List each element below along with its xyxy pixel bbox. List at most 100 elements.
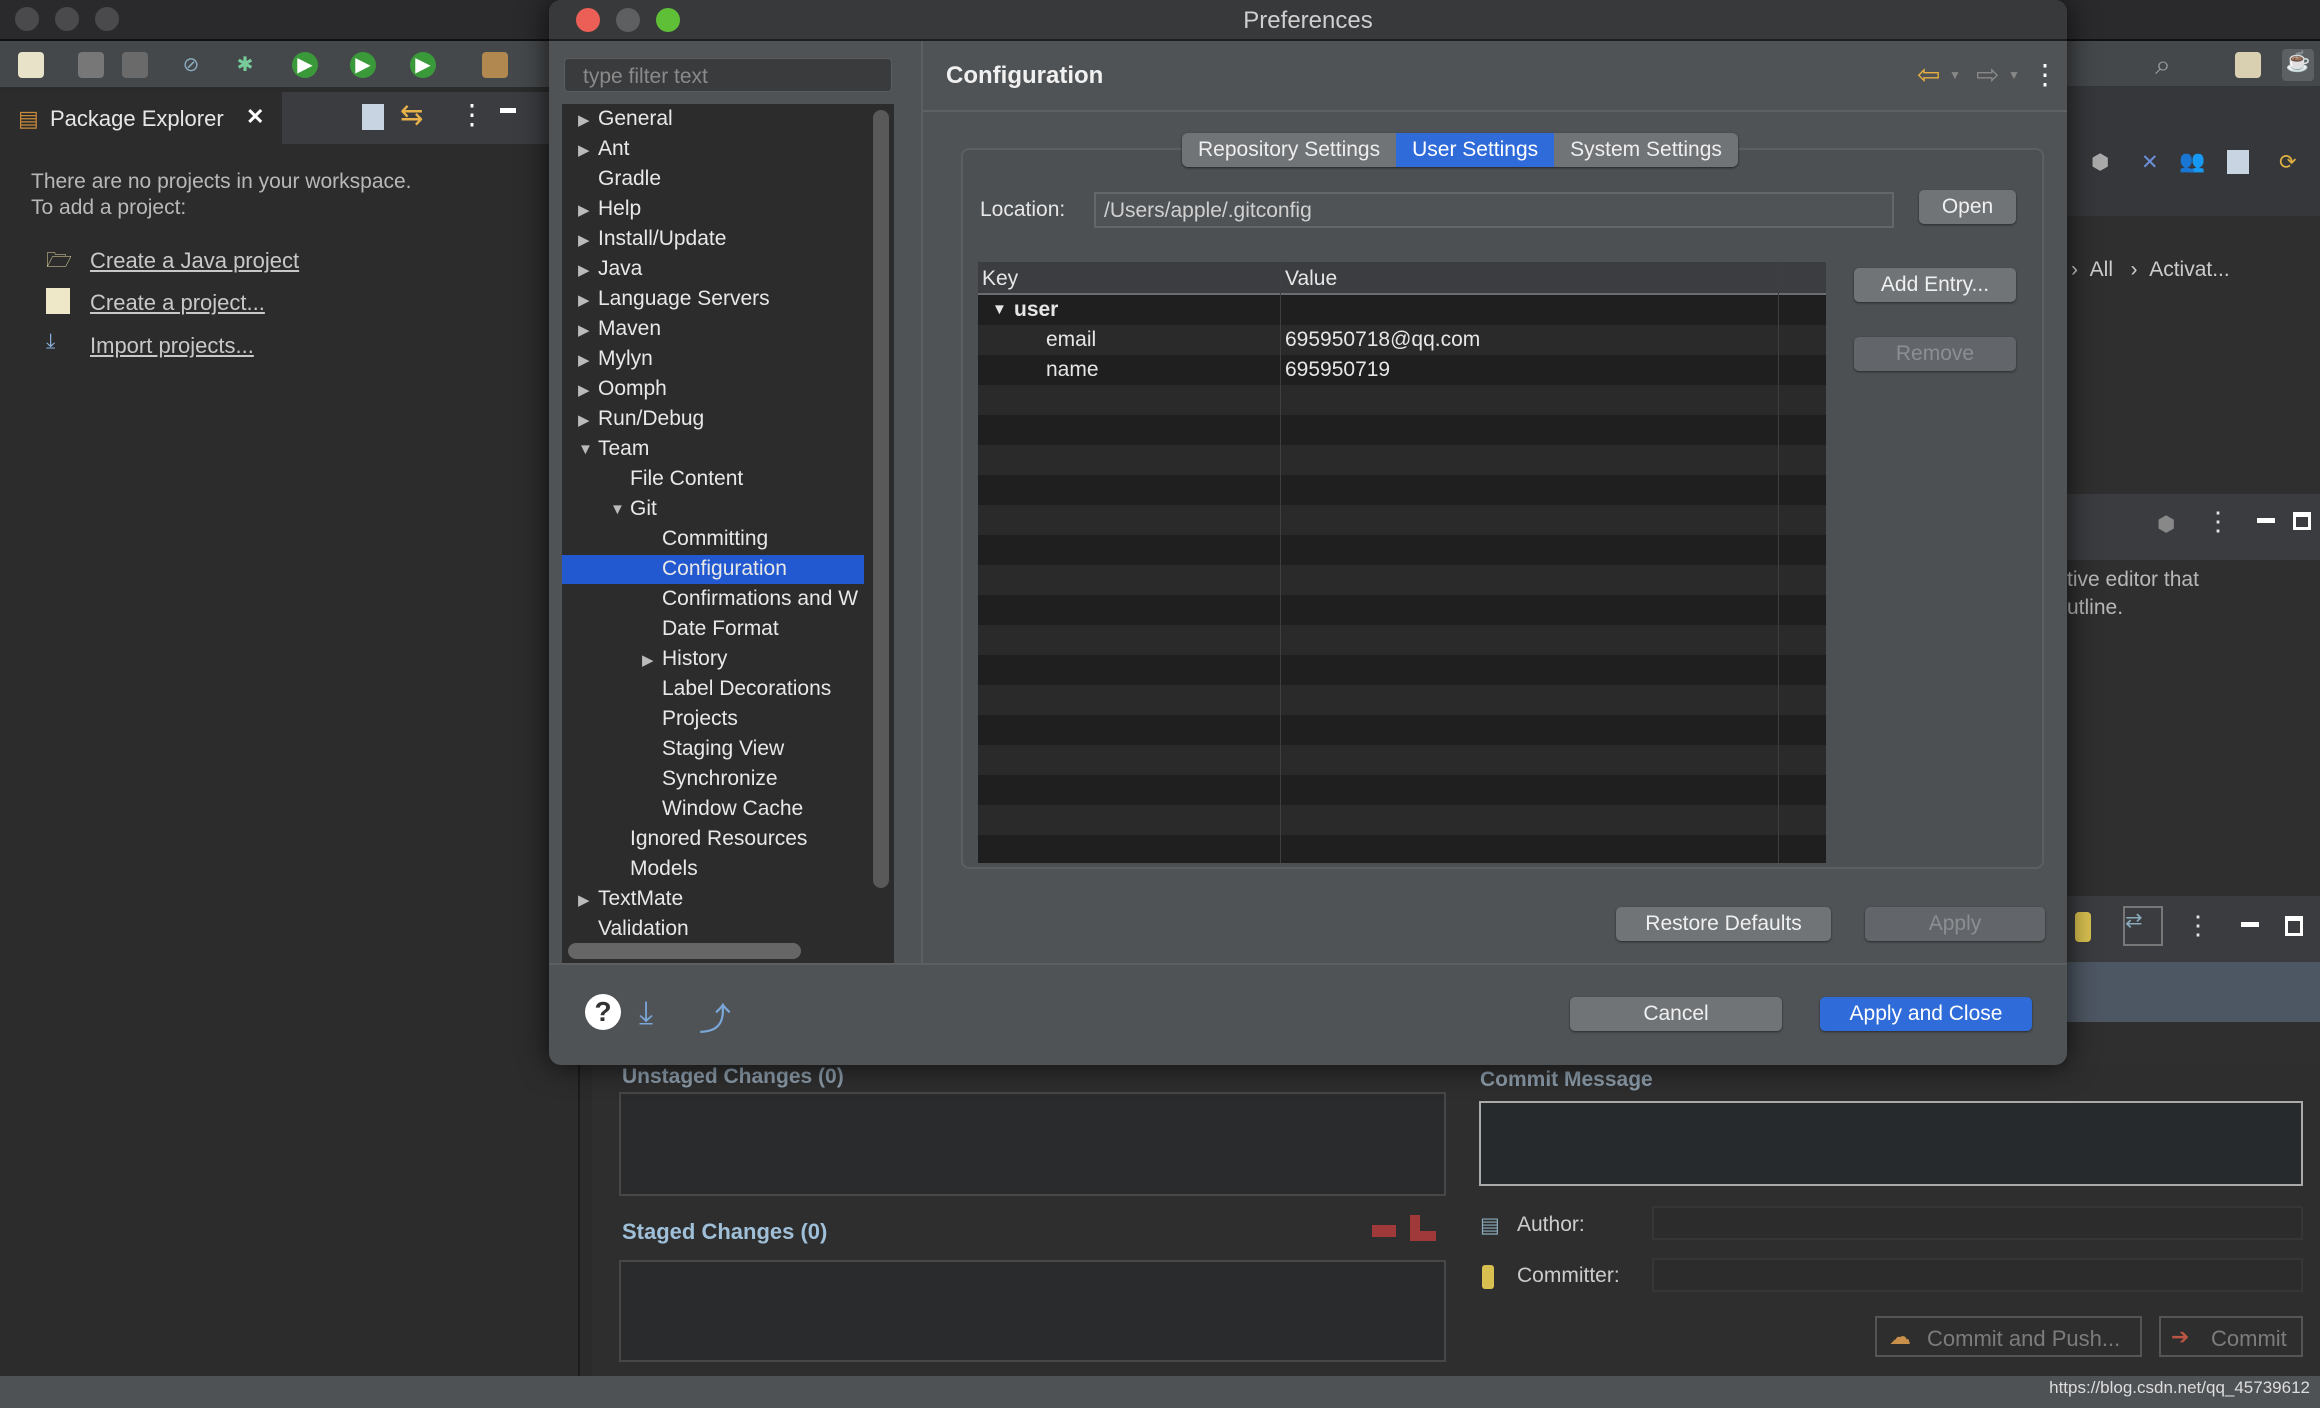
tab-repository-settings[interactable]: Repository Settings xyxy=(1182,133,1397,167)
tree-item-window-cache[interactable]: Window Cache xyxy=(662,794,803,823)
page-menu-icon[interactable]: ⋮ xyxy=(2031,58,2059,91)
tasks-icon[interactable]: ⬢ xyxy=(2091,150,2109,175)
apply-and-close-button[interactable]: Apply and Close xyxy=(1820,997,2032,1031)
close-button[interactable] xyxy=(576,8,600,32)
sash-divider[interactable] xyxy=(921,41,923,963)
table-row[interactable] xyxy=(978,565,1826,595)
filter-input[interactable]: type filter text xyxy=(564,58,892,92)
create-project-link[interactable]: Create a project... xyxy=(90,290,265,316)
tree-item-validation[interactable]: Validation xyxy=(598,914,689,943)
expanded-arrow-icon[interactable]: ▼ xyxy=(578,441,593,458)
zoom-button[interactable] xyxy=(656,8,680,32)
outline-icon[interactable]: ⬢ xyxy=(2157,512,2175,537)
open-perspective-icon[interactable] xyxy=(2235,52,2261,78)
tree-item-ant[interactable]: Ant xyxy=(598,134,630,163)
view-menu-icon[interactable]: ⋮ xyxy=(458,98,486,131)
tree-item-date-format[interactable]: Date Format xyxy=(662,614,779,643)
forward-dropdown-icon[interactable]: ▼ xyxy=(2008,68,2020,82)
sync-icon[interactable]: ⟳ xyxy=(2279,150,2297,175)
save-icon[interactable] xyxy=(78,52,104,78)
filter-icon[interactable]: ✕ xyxy=(2141,150,2159,175)
tree-item-team[interactable]: Team xyxy=(598,434,649,463)
config-table[interactable]: Key Value ▼ user email 695950718@qq.com name… xyxy=(978,262,1826,863)
collapsed-arrow-icon[interactable]: ▶ xyxy=(578,411,590,429)
table-row[interactable] xyxy=(978,505,1826,535)
table-row[interactable] xyxy=(978,595,1826,625)
maximize-icon[interactable] xyxy=(2293,512,2311,530)
new-package-icon[interactable] xyxy=(482,52,508,78)
run-icon[interactable]: ▶ xyxy=(292,52,318,78)
tree-item-general[interactable]: General xyxy=(598,104,673,133)
table-row[interactable] xyxy=(978,535,1826,565)
table-row[interactable]: name 695950719 xyxy=(978,355,1826,385)
layout-icon[interactable]: ⇄ xyxy=(2123,906,2163,946)
tree-item-committing[interactable]: Committing xyxy=(662,524,768,553)
table-row[interactable]: ▼ user xyxy=(978,295,1826,325)
import-projects-link[interactable]: Import projects... xyxy=(90,333,254,359)
view-menu-icon[interactable]: ⋮ xyxy=(2205,506,2231,537)
tree-item-oomph[interactable]: Oomph xyxy=(598,374,667,403)
tree-item-ignored-resources[interactable]: Ignored Resources xyxy=(630,824,807,853)
table-row[interactable] xyxy=(978,775,1826,805)
breadcrumb-all[interactable]: All xyxy=(2090,258,2113,281)
collapsed-arrow-icon[interactable]: ▶ xyxy=(578,111,590,129)
collapsed-arrow-icon[interactable]: ▶ xyxy=(578,891,590,909)
apply-button[interactable]: Apply xyxy=(1865,907,2045,941)
maximize-icon[interactable] xyxy=(2285,916,2303,936)
tree-item-file-content[interactable]: File Content xyxy=(630,464,743,493)
tree-item-run-debug[interactable]: Run/Debug xyxy=(598,404,704,433)
add-entry-button[interactable]: Add Entry... xyxy=(1854,268,2016,302)
commit-and-push-button[interactable]: ☁ Commit and Push... xyxy=(1875,1316,2142,1357)
external-tools-icon[interactable]: ▶ xyxy=(410,52,436,78)
collapsed-arrow-icon[interactable]: ▶ xyxy=(578,201,590,219)
column-value[interactable]: Value xyxy=(1285,267,1337,291)
tree-item-java[interactable]: Java xyxy=(598,254,642,283)
table-row[interactable] xyxy=(978,835,1826,863)
table-row[interactable] xyxy=(978,805,1826,835)
save-all-icon[interactable] xyxy=(122,52,148,78)
unstaged-changes-list[interactable] xyxy=(619,1092,1446,1196)
cancel-button[interactable]: Cancel xyxy=(1570,997,1782,1031)
tree-item-install-update[interactable]: Install/Update xyxy=(598,224,726,253)
collapsed-arrow-icon[interactable]: ▶ xyxy=(578,381,590,399)
collapsed-arrow-icon[interactable]: ▶ xyxy=(642,651,654,669)
tree-item-label-decorations[interactable]: Label Decorations xyxy=(662,674,831,703)
help-icon[interactable]: ? xyxy=(585,994,621,1030)
java-perspective-icon[interactable]: ☕ xyxy=(2282,49,2314,81)
back-icon[interactable]: ⇦ xyxy=(1917,58,1940,91)
commit-button[interactable]: ➔ Commit xyxy=(2159,1316,2303,1357)
table-row[interactable] xyxy=(978,745,1826,775)
repository-icon[interactable] xyxy=(2075,912,2091,942)
ide-close-button[interactable] xyxy=(15,7,39,31)
open-button[interactable]: Open xyxy=(1919,190,2016,224)
column-key[interactable]: Key xyxy=(982,267,1018,291)
restore-defaults-button[interactable]: Restore Defaults xyxy=(1616,907,1831,941)
tree-vertical-scrollbar[interactable] xyxy=(873,110,889,888)
unstage-all-icon[interactable] xyxy=(1410,1215,1436,1241)
import-preferences-icon[interactable]: ⤓ xyxy=(639,994,653,1032)
tree-item-mylyn[interactable]: Mylyn xyxy=(598,344,653,373)
expanded-arrow-icon[interactable]: ▼ xyxy=(992,295,1007,325)
tree-horizontal-scrollbar[interactable] xyxy=(568,943,801,959)
ide-minimize-button[interactable] xyxy=(55,7,79,31)
forward-icon[interactable]: ⇨ xyxy=(1976,58,1999,91)
tree-item-help[interactable]: Help xyxy=(598,194,641,223)
ide-zoom-button[interactable] xyxy=(95,7,119,31)
export-preferences-icon[interactable]: ⤴ xyxy=(699,994,731,1040)
collapsed-arrow-icon[interactable]: ▶ xyxy=(578,321,590,339)
table-row[interactable] xyxy=(978,385,1826,415)
debug-icon[interactable]: ✱ xyxy=(232,52,258,78)
minimize-icon[interactable] xyxy=(2241,922,2259,927)
table-row[interactable] xyxy=(978,475,1826,505)
tree-item-history[interactable]: History xyxy=(662,644,727,673)
tab-system-settings[interactable]: System Settings xyxy=(1554,133,1738,167)
people-icon[interactable]: 👥 xyxy=(2179,150,2205,174)
tree-item-textmate[interactable]: TextMate xyxy=(598,884,683,913)
author-input[interactable] xyxy=(1652,1206,2303,1240)
minimize-button[interactable] xyxy=(616,8,640,32)
coverage-icon[interactable]: ▶ xyxy=(350,52,376,78)
tree-item-projects[interactable]: Projects xyxy=(662,704,738,733)
table-row[interactable] xyxy=(978,685,1826,715)
commit-message-input[interactable] xyxy=(1479,1101,2303,1186)
collapsed-arrow-icon[interactable]: ▶ xyxy=(578,351,590,369)
